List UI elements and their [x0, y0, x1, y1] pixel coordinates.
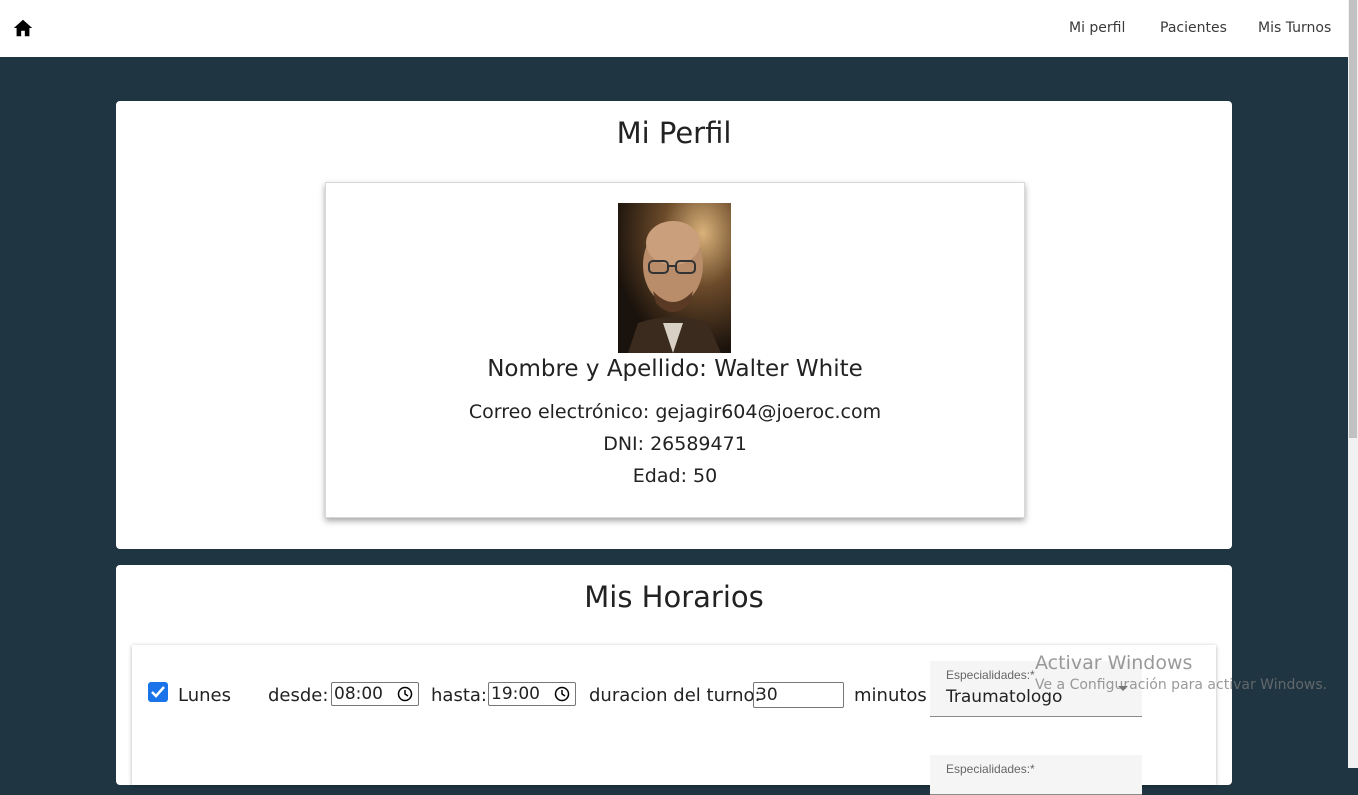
top-navbar: Mi perfil Pacientes Mis Turnos	[0, 0, 1348, 57]
to-label: hasta:	[431, 685, 487, 706]
windows-activation-title: Activar Windows	[1035, 652, 1193, 674]
day-label: Lunes	[178, 685, 231, 706]
nav-mi-perfil[interactable]: Mi perfil	[1069, 20, 1125, 36]
to-time-value: 19:00	[491, 684, 540, 704]
windows-activation-subtitle: Ve a Configuración para activar Windows.	[1035, 677, 1328, 693]
to-time-input[interactable]: 19:00	[488, 682, 576, 706]
duration-input[interactable]: 30	[753, 682, 844, 708]
day-checkbox[interactable]	[148, 682, 168, 702]
portrait-photo	[618, 203, 731, 353]
home-icon[interactable]	[12, 17, 34, 39]
check-icon	[151, 686, 165, 698]
from-time-value: 08:00	[334, 684, 383, 704]
profile-panel: Mi Perfil Nombre y Apellido: Walter Whit…	[116, 101, 1232, 549]
nav-mis-turnos[interactable]: Mis Turnos	[1258, 20, 1331, 36]
specialty-select-next[interactable]: Especialidades:*	[930, 755, 1142, 795]
profile-fullname: Nombre y Apellido: Walter White	[487, 356, 863, 382]
profile-age: Edad: 50	[632, 465, 718, 487]
clock-icon[interactable]	[397, 686, 413, 702]
profile-card: Nombre y Apellido: Walter White Correo e…	[325, 182, 1025, 518]
scrollbar-thumb[interactable]	[1349, 0, 1357, 438]
profile-dni: DNI: 26589471	[603, 433, 747, 455]
page-scrollbar[interactable]	[1348, 0, 1358, 768]
profile-email: Correo electrónico: gejagir604@joeroc.co…	[468, 401, 882, 423]
nav-pacientes[interactable]: Pacientes	[1160, 20, 1227, 36]
schedule-title: Mis Horarios	[584, 580, 764, 614]
schedule-panel: Mis Horarios Lunes desde: 08:00 hasta: 1…	[116, 565, 1232, 795]
from-label: desde:	[268, 685, 329, 706]
specialty-label-next: Especialidades:*	[946, 762, 1035, 776]
duration-label: duracion del turno:	[589, 685, 761, 706]
profile-title: Mi Perfil	[616, 116, 732, 150]
clock-icon[interactable]	[554, 686, 570, 702]
from-time-input[interactable]: 08:00	[331, 682, 419, 706]
specialty-label: Especialidades:*	[946, 668, 1035, 682]
duration-unit: minutos	[854, 685, 927, 706]
